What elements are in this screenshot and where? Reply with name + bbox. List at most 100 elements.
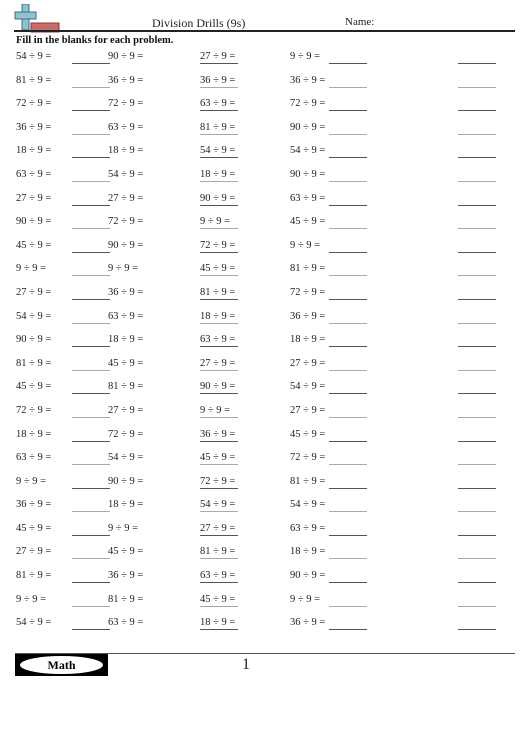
- answer-blank[interactable]: [329, 228, 367, 230]
- answer-blank[interactable]: [458, 369, 496, 371]
- answer-blank[interactable]: [458, 558, 496, 560]
- answer-blank[interactable]: [72, 110, 110, 112]
- answer-blank[interactable]: [458, 322, 496, 324]
- answer-blank[interactable]: [458, 133, 496, 135]
- answer-blank[interactable]: [329, 251, 367, 253]
- answer-blank[interactable]: [200, 157, 238, 159]
- answer-blank[interactable]: [329, 487, 367, 489]
- answer-blank[interactable]: [72, 346, 110, 348]
- answer-blank[interactable]: [72, 133, 110, 135]
- answer-blank[interactable]: [329, 157, 367, 159]
- answer-blank[interactable]: [200, 251, 238, 253]
- answer-blank[interactable]: [72, 298, 110, 300]
- answer-blank[interactable]: [200, 204, 238, 206]
- answer-blank[interactable]: [200, 440, 238, 442]
- answer-blank[interactable]: [72, 86, 110, 88]
- answer-blank[interactable]: [458, 487, 496, 489]
- answer-blank[interactable]: [72, 228, 110, 230]
- answer-blank[interactable]: [329, 558, 367, 560]
- answer-blank[interactable]: [200, 228, 238, 230]
- answer-blank[interactable]: [329, 464, 367, 466]
- answer-blank[interactable]: [329, 322, 367, 324]
- answer-blank[interactable]: [329, 63, 367, 64]
- answer-blank[interactable]: [200, 558, 238, 560]
- answer-blank[interactable]: [200, 393, 238, 395]
- answer-blank[interactable]: [72, 251, 110, 253]
- answer-blank[interactable]: [458, 275, 496, 277]
- answer-blank[interactable]: [200, 346, 238, 348]
- answer-blank[interactable]: [458, 86, 496, 88]
- answer-blank[interactable]: [72, 416, 110, 418]
- answer-blank[interactable]: [72, 180, 110, 182]
- answer-blank[interactable]: [72, 369, 110, 371]
- answer-blank[interactable]: [458, 582, 496, 584]
- answer-blank[interactable]: [200, 275, 238, 277]
- answer-blank[interactable]: [458, 63, 496, 64]
- answer-blank[interactable]: [72, 511, 110, 513]
- answer-blank[interactable]: [200, 322, 238, 324]
- answer-blank[interactable]: [200, 298, 238, 300]
- answer-blank[interactable]: [72, 322, 110, 324]
- answer-blank[interactable]: [72, 204, 110, 206]
- answer-blank[interactable]: [458, 346, 496, 348]
- answer-blank[interactable]: [329, 511, 367, 513]
- answer-blank[interactable]: [200, 86, 238, 88]
- answer-blank[interactable]: [458, 110, 496, 112]
- answer-blank[interactable]: [200, 110, 238, 112]
- answer-blank[interactable]: [329, 534, 367, 536]
- answer-blank[interactable]: [200, 180, 238, 182]
- answer-blank[interactable]: [329, 133, 367, 135]
- answer-blank[interactable]: [458, 416, 496, 418]
- answer-blank[interactable]: [72, 558, 110, 560]
- answer-blank[interactable]: [329, 440, 367, 442]
- answer-blank[interactable]: [72, 440, 110, 442]
- answer-blank[interactable]: [200, 605, 238, 607]
- answer-blank[interactable]: [458, 464, 496, 466]
- answer-blank[interactable]: [200, 416, 238, 418]
- answer-blank[interactable]: [200, 582, 238, 584]
- answer-blank[interactable]: [72, 582, 110, 584]
- answer-blank[interactable]: [72, 157, 110, 159]
- answer-blank[interactable]: [72, 275, 110, 277]
- answer-blank[interactable]: [329, 393, 367, 395]
- answer-blank[interactable]: [329, 629, 367, 631]
- answer-blank[interactable]: [200, 369, 238, 371]
- answer-blank[interactable]: [329, 204, 367, 206]
- answer-blank[interactable]: [458, 228, 496, 230]
- answer-blank[interactable]: [200, 487, 238, 489]
- answer-blank[interactable]: [458, 180, 496, 182]
- answer-blank[interactable]: [72, 534, 110, 536]
- answer-blank[interactable]: [200, 534, 238, 536]
- answer-blank[interactable]: [72, 487, 110, 489]
- answer-blank[interactable]: [200, 133, 238, 135]
- answer-blank[interactable]: [329, 275, 367, 277]
- answer-blank[interactable]: [72, 63, 110, 64]
- answer-blank[interactable]: [200, 511, 238, 513]
- answer-blank[interactable]: [72, 464, 110, 466]
- answer-blank[interactable]: [458, 157, 496, 159]
- answer-blank[interactable]: [72, 605, 110, 607]
- answer-blank[interactable]: [458, 534, 496, 536]
- answer-blank[interactable]: [329, 298, 367, 300]
- answer-blank[interactable]: [200, 63, 238, 64]
- answer-blank[interactable]: [329, 582, 367, 584]
- answer-blank[interactable]: [458, 605, 496, 607]
- answer-blank[interactable]: [329, 605, 367, 607]
- answer-blank[interactable]: [72, 393, 110, 395]
- answer-blank[interactable]: [458, 393, 496, 395]
- answer-blank[interactable]: [329, 416, 367, 418]
- answer-blank[interactable]: [200, 629, 238, 631]
- answer-blank[interactable]: [458, 251, 496, 253]
- answer-blank[interactable]: [458, 511, 496, 513]
- answer-blank[interactable]: [329, 369, 367, 371]
- answer-blank[interactable]: [458, 440, 496, 442]
- answer-blank[interactable]: [72, 629, 110, 631]
- answer-blank[interactable]: [329, 180, 367, 182]
- answer-blank[interactable]: [458, 204, 496, 206]
- answer-blank[interactable]: [329, 86, 367, 88]
- answer-blank[interactable]: [329, 346, 367, 348]
- answer-blank[interactable]: [458, 298, 496, 300]
- answer-blank[interactable]: [200, 464, 238, 466]
- answer-blank[interactable]: [458, 629, 496, 631]
- answer-blank[interactable]: [329, 110, 367, 112]
